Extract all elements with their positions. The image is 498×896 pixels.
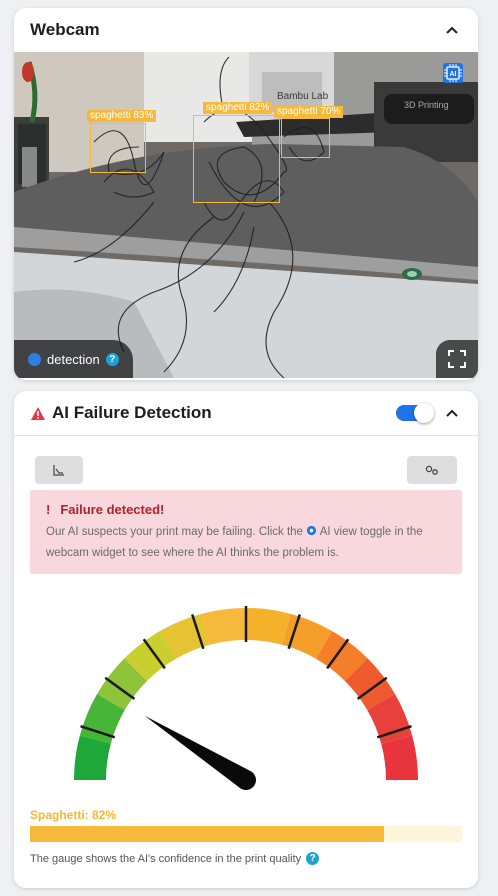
alert-mark: ! [46, 502, 51, 517]
toggle-knob [414, 403, 434, 423]
confidence-gauge [74, 606, 418, 790]
svg-text:AI: AI [450, 71, 457, 78]
printer-brand: Bambu Lab [277, 91, 329, 102]
webcam-feed[interactable]: Bambu Lab 3D Printing spaghetti 83% spag… [14, 52, 478, 378]
alert-body-before: Our AI suspects your print may be failin… [46, 526, 303, 538]
failure-alert: ! Failure detected! Our AI suspects your … [30, 490, 462, 574]
chart-icon [53, 465, 64, 476]
detection-box [90, 123, 146, 173]
detection-dot-icon [28, 352, 41, 366]
chevron-up-icon[interactable] [442, 20, 462, 40]
warning-icon [31, 406, 45, 420]
confidence-bar [30, 826, 462, 842]
webcam-card: Webcam Bambu Lab 3D Printing spaghetti 8… [14, 8, 478, 380]
gauge-caption: The gauge shows the AI's confidence in t… [30, 852, 320, 865]
detection-box [193, 115, 280, 203]
detection-label: spaghetti 83% [87, 110, 157, 122]
chevron-up-icon[interactable] [442, 403, 462, 423]
chart-view-button[interactable] [35, 456, 83, 484]
webcam-header: Webcam [14, 8, 478, 52]
help-icon[interactable]: ? [306, 852, 320, 865]
alert-title: ! Failure detected! [46, 502, 164, 517]
detection-toggle[interactable]: detection ? [14, 340, 133, 378]
ai-detection-toggle[interactable] [396, 403, 434, 423]
webcam-title: Webcam [30, 20, 100, 39]
ai-view-icon[interactable]: AI [442, 62, 464, 84]
detection-label-text: detection [47, 351, 100, 367]
help-icon[interactable]: ? [105, 352, 119, 366]
fullscreen-button[interactable] [436, 340, 478, 378]
gauge-caption-text: The gauge shows the AI's confidence in t… [30, 852, 302, 865]
settings-button[interactable] [407, 456, 457, 484]
detection-label: spaghetti 70% [274, 106, 344, 118]
printer-brand-2: 3D Printing [404, 100, 449, 110]
gears-icon [425, 465, 438, 475]
detection-label: spaghetti 82% [203, 102, 273, 114]
fullscreen-icon [448, 350, 466, 368]
alert-body: Our AI suspects your print may be failin… [46, 522, 446, 564]
confidence-bar-fill [30, 826, 385, 842]
ai-failure-title: AI Failure Detection [52, 403, 212, 422]
gauge-needle [144, 715, 256, 790]
confidence-label: Spaghetti: 82% [30, 808, 117, 822]
ai-failure-header: AI Failure Detection [14, 391, 478, 436]
webcam-image: Bambu Lab 3D Printing [14, 52, 478, 378]
ai-gear-icon [307, 525, 317, 536]
alert-title-text: Failure detected! [60, 502, 165, 517]
detection-box [281, 118, 330, 158]
